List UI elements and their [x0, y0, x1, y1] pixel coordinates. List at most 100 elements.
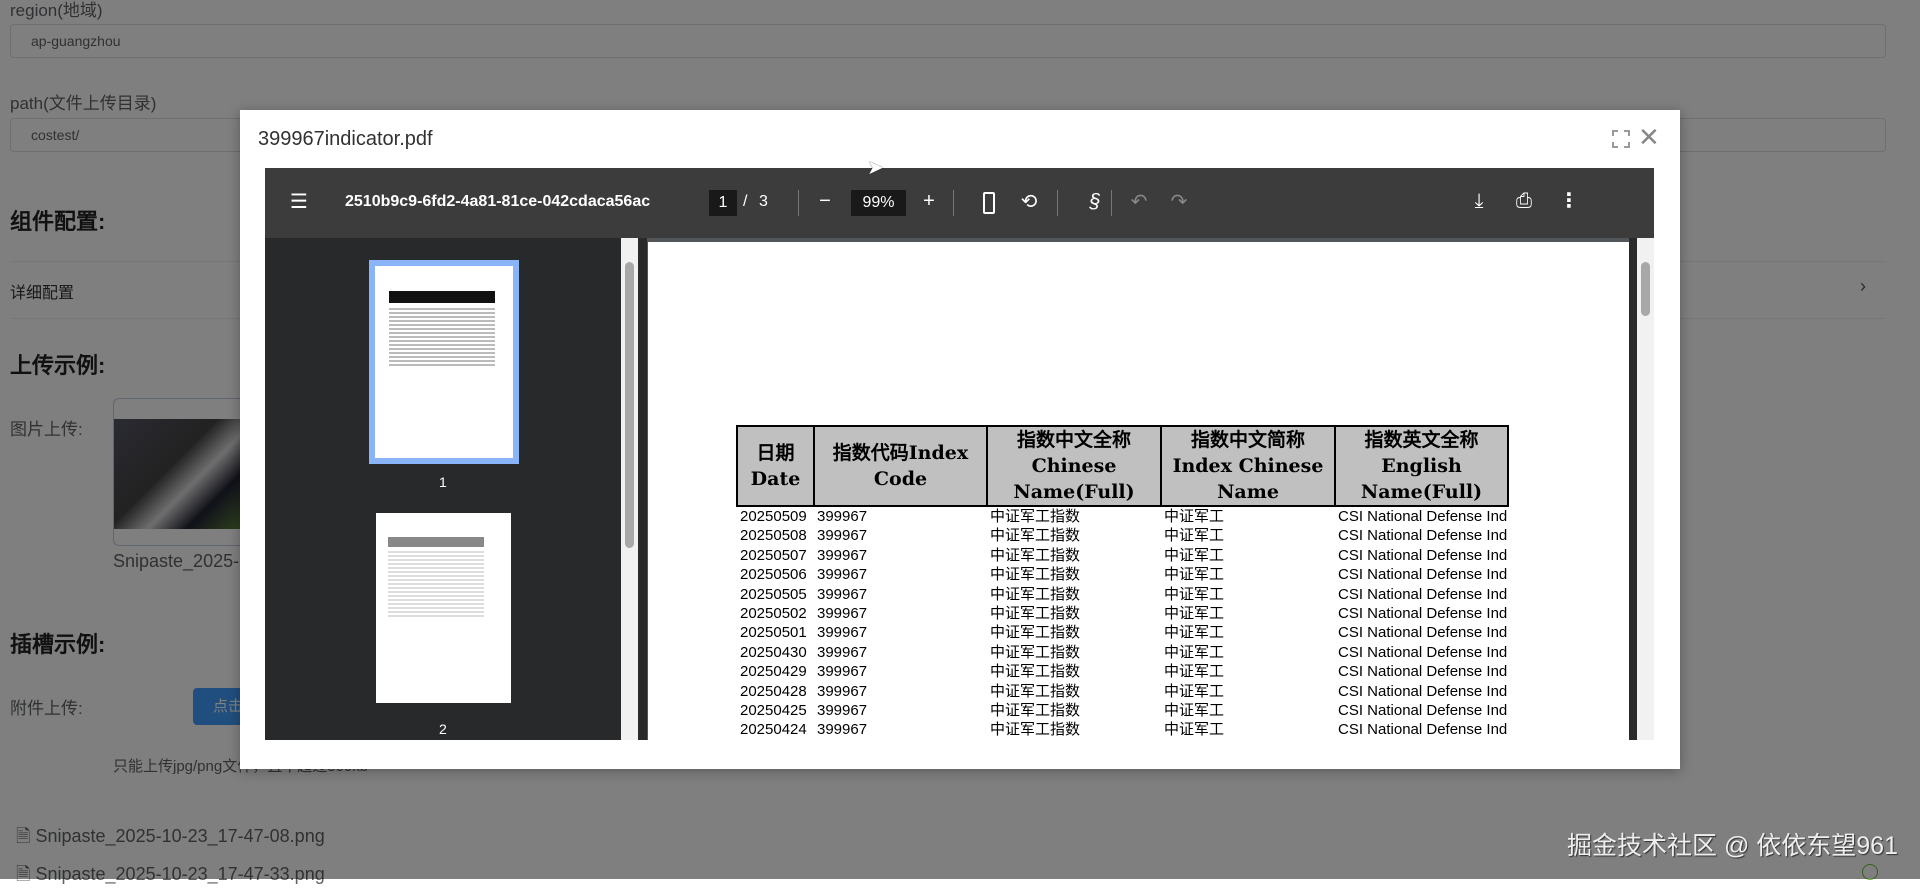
table-cell: 中证军工指数 — [990, 624, 1081, 642]
header-text: 指数代码Index — [832, 442, 969, 464]
table-row: 20250425 399967 中证军工指数 中证军工 CSI National Def… — [737, 701, 1508, 720]
thumbnail-page-2[interactable] — [376, 513, 511, 703]
table-header-cell: 日期 Date — [736, 425, 815, 507]
scrollbar-thumb[interactable] — [625, 262, 634, 548]
close-icon[interactable]: ✕ — [1638, 124, 1660, 150]
table-cell: 中证军工 — [1164, 585, 1225, 603]
table-cell: 20250507 — [740, 546, 807, 564]
header-text: English — [1381, 455, 1462, 477]
table-cell: 20250428 — [740, 682, 807, 700]
table-cell: 中证军工指数 — [990, 508, 1081, 525]
zoom-in-icon[interactable]: + — [917, 191, 941, 211]
total-pages: 3 — [759, 193, 768, 210]
print-icon[interactable]: ⎙ — [1512, 191, 1536, 211]
header-text: Name(Full) — [1360, 481, 1483, 503]
table-cell: 399967 — [817, 682, 868, 700]
pdf-page: 日期 Date 指数代码Index Code 指数中文全称 Chinese Name(Ful… — [648, 242, 1629, 740]
table-cell: CSI National Defense Ind — [1338, 702, 1508, 720]
table-cell: 中证军工指数 — [990, 585, 1081, 603]
undo-icon[interactable]: ↶ — [1127, 192, 1151, 212]
separator — [1057, 190, 1058, 216]
header-text: Chinese — [1031, 455, 1117, 477]
pdf-preview-dialog: 399967indicator.pdf ✕ ☰ 2510b9c9-6fd2-4a… — [240, 110, 1680, 769]
table-cell: 20250430 — [740, 643, 807, 661]
table-header-cell: 指数中文简称 Index Chinese Name — [1160, 425, 1336, 507]
page-number-input[interactable]: 1 — [709, 190, 737, 216]
table-cell: 20250429 — [740, 663, 807, 681]
table-cell: 20250505 — [740, 585, 807, 603]
table-cell: 399967 — [817, 643, 868, 661]
separator — [953, 190, 954, 216]
draw-annotation-icon[interactable]: § — [1083, 192, 1107, 212]
table-cell: 中证军工 — [1164, 643, 1225, 661]
zoom-input[interactable]: 99% — [851, 190, 906, 216]
table-cell: 中证军工指数 — [990, 605, 1081, 623]
table-cell: 中证军工 — [1164, 721, 1225, 739]
table-row: 20250508 399967 中证军工指数 中证军工 CSI National Def… — [737, 526, 1508, 545]
document-title: 2510b9c9-6fd2-4a81-81ce-042cdaca56ac — [345, 193, 651, 210]
table-row: 20250509 399967 中证军工指数 中证军工 CSI National Def… — [737, 506, 1508, 526]
zoom-out-icon[interactable]: − — [813, 191, 837, 211]
table-cell: 399967 — [817, 663, 868, 681]
rotate-icon[interactable]: ⟲ — [1017, 192, 1041, 212]
table-cell: 中证军工 — [1164, 566, 1225, 584]
table-cell: 中证军工 — [1164, 682, 1225, 700]
header-text: Index Chinese — [1172, 455, 1324, 477]
separator — [1111, 190, 1112, 216]
table-row: 20250428 399967 中证军工指数 中证军工 CSI National Def… — [737, 682, 1508, 701]
header-text: 指数英文全称 — [1364, 429, 1479, 451]
table-row: 20250501 399967 中证军工指数 中证军工 CSI National Def… — [737, 623, 1508, 642]
table-row: 20250430 399967 中证军工指数 中证军工 CSI National Def… — [737, 643, 1508, 662]
table-cell: 20250425 — [740, 702, 807, 720]
pdf-toolbar: ☰ 2510b9c9-6fd2-4a81-81ce-042cdaca56ac 1… — [265, 168, 1654, 238]
fit-page-icon[interactable] — [983, 192, 995, 214]
table-cell: 中证军工指数 — [990, 702, 1081, 720]
table-row: 20250507 399967 中证军工指数 中证军工 CSI National Def… — [737, 546, 1508, 565]
table-row: 20250506 399967 中证军工指数 中证军工 CSI National Def… — [737, 565, 1508, 584]
thumbnail-page-1[interactable] — [369, 260, 519, 464]
table-cell: 399967 — [817, 566, 868, 584]
table-cell: 中证军工指数 — [990, 721, 1081, 739]
thumbnail-sidebar: 1 2 — [265, 238, 621, 740]
table-cell: 399967 — [817, 508, 868, 525]
header-text: 指数中文简称 — [1190, 429, 1305, 451]
main-scrollbar[interactable] — [1637, 238, 1654, 740]
header-text: Name — [1217, 481, 1279, 503]
table-header-cell: 指数代码Index Code — [813, 425, 988, 507]
separator — [798, 190, 799, 216]
table-cell: 20250424 — [740, 721, 807, 739]
table-cell: 中证军工 — [1164, 702, 1225, 720]
table-header-cell: 指数英文全称 English Name(Full) — [1334, 425, 1509, 507]
more-options-icon[interactable]: ⋮ — [1557, 191, 1581, 211]
header-text: 指数中文全称 — [1016, 429, 1131, 451]
table-cell: 399967 — [817, 721, 868, 739]
table-cell: 中证军工 — [1164, 605, 1225, 623]
table-cell: 中证军工指数 — [990, 527, 1081, 545]
download-icon[interactable]: ⤓ — [1467, 191, 1491, 211]
table-cell: CSI National Defense Ind — [1338, 546, 1508, 564]
header-text: Code — [873, 468, 928, 490]
redo-icon[interactable]: ↷ — [1167, 192, 1191, 212]
table-cell: 中证军工指数 — [990, 682, 1081, 700]
table-row: 20250424 399967 中证军工指数 中证军工 CSI National Def… — [737, 720, 1508, 739]
sidebar-scrollbar[interactable] — [621, 238, 638, 740]
table-cell: 399967 — [817, 702, 868, 720]
header-text: 日期 — [756, 442, 795, 464]
table-cell: 20250509 — [740, 508, 807, 525]
menu-icon[interactable]: ☰ — [287, 192, 311, 212]
scrollbar-thumb[interactable] — [1641, 262, 1650, 316]
table-cell: CSI National Defense Ind — [1338, 527, 1508, 545]
table-cell: CSI National Defense Ind — [1338, 624, 1508, 642]
dialog-title: 399967indicator.pdf — [258, 128, 433, 150]
table-cell: CSI National Defense Ind — [1338, 585, 1508, 603]
thumbnail-label: 1 — [439, 474, 447, 490]
fullscreen-icon[interactable] — [1612, 130, 1630, 148]
table-cell: CSI National Defense Ind — [1338, 682, 1508, 700]
table-cell: 中证军工 — [1164, 546, 1225, 564]
page-separator: / — [743, 193, 748, 210]
table-cell: 20250501 — [740, 624, 807, 642]
table-cell: 中证军工 — [1164, 508, 1225, 525]
table-cell: CSI National Defense Ind — [1338, 605, 1508, 623]
table-cell: 中证军工指数 — [990, 566, 1081, 584]
table-cell: 中证军工指数 — [990, 663, 1081, 681]
